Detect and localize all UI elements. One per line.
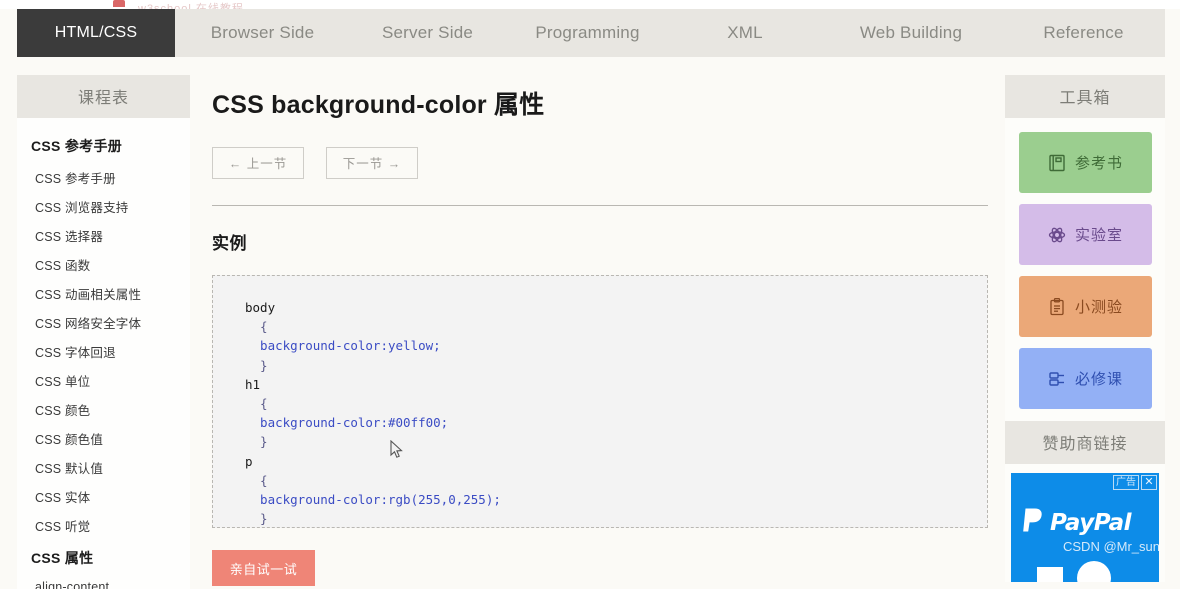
code-line: { — [245, 319, 268, 334]
left-sidebar: 课程表 CSS 参考手册 CSS 参考手册 CSS 浏览器支持 CSS 选择器 … — [17, 75, 190, 589]
csdn-watermark: CSDN @Mr_sun. — [1063, 539, 1159, 554]
toolbox-button-label: 实验室 — [1075, 224, 1123, 245]
previous-chapter-button[interactable]: ← 上一节 — [212, 147, 304, 179]
toolbox-button-label: 小测验 — [1075, 296, 1123, 317]
nav-item-programming[interactable]: Programming — [505, 9, 670, 57]
close-icon[interactable]: ✕ — [1141, 475, 1157, 490]
code-example-text: body { background-color:yellow; } h1 { b… — [213, 276, 987, 528]
sidebar-item-default-values[interactable]: CSS 默认值 — [17, 453, 190, 482]
sidebar-item-web-safe-fonts[interactable]: CSS 网络安全字体 — [17, 308, 190, 337]
sidebar-item-units[interactable]: CSS 单位 — [17, 366, 190, 395]
sponsor-header: 赞助商链接 — [1005, 421, 1165, 464]
example-section-title: 实例 — [212, 229, 1000, 254]
sponsor-body: PayPal 广告 ✕ CSDN @Mr_sun. — [1005, 464, 1165, 582]
modules-icon — [1047, 369, 1067, 389]
sidebar-item-aural[interactable]: CSS 听觉 — [17, 511, 190, 540]
sidebar-item-css-reference[interactable]: CSS 参考手册 — [17, 163, 190, 192]
code-line: background-color:yellow; — [245, 338, 441, 353]
sidebar-item-font-fallback[interactable]: CSS 字体回退 — [17, 337, 190, 366]
code-example-box: body { background-color:yellow; } h1 { b… — [212, 275, 988, 528]
site-logo-icon — [113, 0, 125, 7]
toolbox-body: 参考书 实验室 — [1005, 118, 1165, 421]
code-line: body — [245, 300, 275, 315]
code-line: } — [245, 358, 268, 373]
nav-item-browser-side[interactable]: Browser Side — [175, 9, 350, 57]
content-divider — [212, 205, 988, 206]
sidebar-item-entities[interactable]: CSS 实体 — [17, 482, 190, 511]
chapter-nav-row: ← 上一节 下一节 → — [212, 147, 1000, 179]
sidebar-item-animation-props[interactable]: CSS 动画相关属性 — [17, 279, 190, 308]
paypal-wordmark: PayPal — [1050, 510, 1131, 536]
right-sidebar: 工具箱 参考书 — [1005, 75, 1165, 589]
sidebar-body: CSS 参考手册 CSS 参考手册 CSS 浏览器支持 CSS 选择器 CSS … — [17, 118, 190, 589]
try-it-yourself-button[interactable]: 亲自试一试 — [212, 550, 315, 586]
code-line: } — [245, 434, 268, 449]
sidebar-group-title-reference: CSS 参考手册 — [17, 128, 190, 163]
sidebar-group-title-properties: CSS 属性 — [17, 540, 190, 575]
toolbox-header: 工具箱 — [1005, 75, 1165, 118]
toolbox-button-label: 必修课 — [1075, 368, 1123, 389]
sidebar-item-functions[interactable]: CSS 函数 — [17, 250, 190, 279]
ad-badge: 广告 — [1113, 475, 1139, 490]
site-logo-strip: w3school 在线教程 — [0, 0, 1180, 9]
paypal-logo: PayPal — [1022, 507, 1131, 538]
next-chapter-button[interactable]: 下一节 → — [326, 147, 418, 179]
paypal-p-icon — [1022, 507, 1045, 538]
page-title: CSS background-color 属性 — [212, 85, 1000, 121]
code-line: background-color:#00ff00; — [245, 415, 448, 430]
page-root: w3school 在线教程 HTML/CSS Browser Side Serv… — [0, 0, 1180, 589]
sidebar-item-colors[interactable]: CSS 颜色 — [17, 395, 190, 424]
code-line: } — [245, 511, 268, 526]
nav-item-xml[interactable]: XML — [670, 9, 820, 57]
sidebar-item-align-content[interactable]: align-content — [17, 575, 190, 589]
nav-item-server-side[interactable]: Server Side — [350, 9, 505, 57]
advertisement-banner[interactable]: PayPal 广告 ✕ CSDN @Mr_sun. — [1011, 473, 1159, 582]
sidebar-header: 课程表 — [17, 75, 190, 118]
code-line: p — [245, 454, 253, 469]
clipboard-icon — [1047, 297, 1067, 317]
ad-decoration-circle — [1077, 561, 1111, 582]
code-line: { — [245, 473, 268, 488]
atom-icon — [1047, 225, 1067, 245]
site-logo-text: w3school 在线教程 — [138, 0, 244, 9]
book-icon — [1047, 153, 1067, 173]
toolbox-button-lab[interactable]: 实验室 — [1019, 204, 1152, 265]
main-content: CSS background-color 属性 ← 上一节 下一节 → 实例 b… — [200, 62, 1000, 589]
code-line: background-color:rgb(255,0,255); — [245, 492, 501, 507]
toolbox-button-required-course[interactable]: 必修课 — [1019, 348, 1152, 409]
sidebar-item-selectors[interactable]: CSS 选择器 — [17, 221, 190, 250]
code-line: { — [245, 396, 268, 411]
toolbox-button-label: 参考书 — [1075, 152, 1123, 173]
toolbox-button-quiz[interactable]: 小测验 — [1019, 276, 1152, 337]
nav-item-web-building[interactable]: Web Building — [820, 9, 1002, 57]
sidebar-item-browser-support[interactable]: CSS 浏览器支持 — [17, 192, 190, 221]
sidebar-item-color-values[interactable]: CSS 颜色值 — [17, 424, 190, 453]
toolbox-button-reference-book[interactable]: 参考书 — [1019, 132, 1152, 193]
code-line: h1 — [245, 377, 260, 392]
ad-decoration-bar — [1037, 567, 1063, 582]
nav-item-html-css[interactable]: HTML/CSS — [17, 9, 175, 57]
top-navigation: HTML/CSS Browser Side Server Side Progra… — [17, 9, 1165, 57]
nav-item-reference[interactable]: Reference — [1002, 9, 1165, 57]
